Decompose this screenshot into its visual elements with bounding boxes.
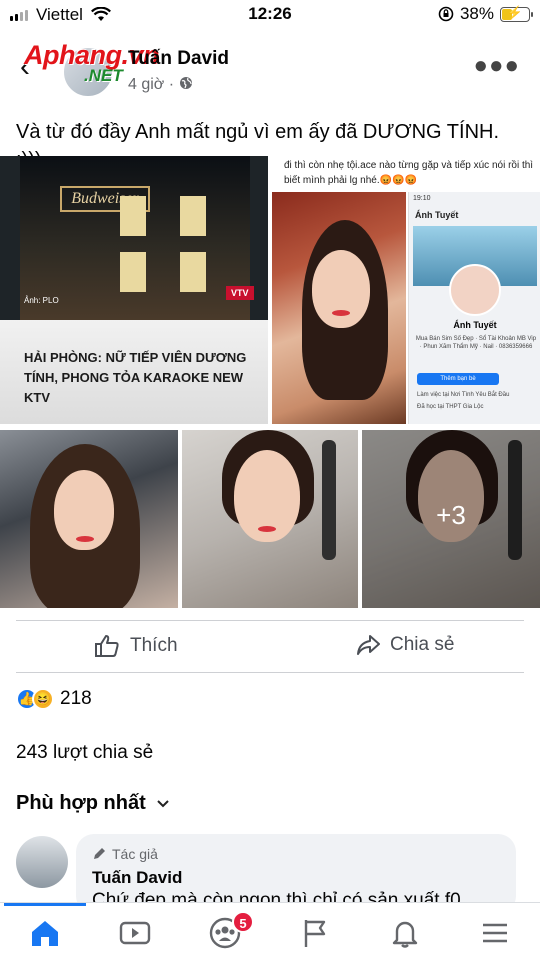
battery-icon: ⚡ — [500, 5, 533, 22]
share-button[interactable]: Chia sẻ — [356, 634, 454, 656]
menu-tab[interactable] — [450, 911, 540, 955]
selfie-photo-car[interactable] — [0, 430, 178, 608]
battery-percent: 38% — [459, 4, 494, 23]
thumbs-up-icon — [95, 635, 119, 657]
haha-reaction-icon: 😆 — [32, 688, 54, 710]
bottom-navigation: 5 — [0, 902, 540, 960]
watermark-logo-suffix: .NET — [84, 66, 123, 85]
karaoke-building-photo: Budweiser Ảnh: PLO VTV — [20, 156, 254, 321]
profile-screenshot-photo[interactable]: đi thì còn nhẹ tội.ace nào từng gặp và t… — [272, 156, 540, 424]
news-headline: HẢI PHÒNG: NỮ TIẾP VIÊN DƯƠNG TÍNH, PHON… — [24, 350, 247, 405]
home-tab[interactable] — [0, 911, 90, 955]
share-arrow-icon — [357, 635, 380, 655]
post-header: ‹ Aphang.vn .NET Tuấn David 4 giờ · ●●● — [0, 38, 540, 100]
menu-icon — [483, 923, 507, 943]
news-photo[interactable]: Budweiser Ảnh: PLO VTV HẢI PHÒNG: NỮ TIẾ… — [0, 156, 268, 424]
active-tab-indicator — [4, 903, 86, 906]
screenshot-top-text: đi thì còn nhẹ tội.ace nào từng gặp và t… — [284, 160, 534, 186]
post-timestamp[interactable]: 4 giờ · — [128, 76, 193, 94]
notifications-icon — [392, 921, 418, 948]
comment-sort-label: Phù hợp nhất — [16, 792, 146, 814]
author-role-badge: Tác giả — [92, 846, 158, 862]
profile-name: Ánh Tuyết — [453, 320, 497, 330]
video-tab[interactable] — [90, 911, 180, 955]
vtv-logo: VTV — [226, 286, 254, 300]
video-icon — [119, 921, 151, 945]
like-button[interactable]: Thích — [94, 634, 178, 658]
commenter-name[interactable]: Tuấn David — [92, 868, 182, 888]
commenter-avatar[interactable] — [16, 836, 68, 888]
woman-portrait — [272, 192, 406, 424]
profile-detail-school: Đã học tại THPT Gia Lộc — [417, 404, 484, 410]
reaction-summary[interactable]: 👍 😆 218 — [16, 688, 92, 710]
pages-flag-icon — [304, 920, 326, 947]
battery-area: 38% ⚡ — [438, 4, 533, 24]
photo-credit: Ảnh: PLO — [24, 296, 59, 305]
add-friend-button: Thêm bạn bè — [417, 373, 499, 385]
groups-tab[interactable]: 5 — [180, 911, 270, 955]
share-count[interactable]: 243 lượt chia sẻ — [16, 742, 153, 764]
home-icon — [32, 921, 58, 946]
profile-screenshot: 19:10 Ánh Tuyết Ánh Tuyết Mua Bán Sim Số… — [408, 192, 540, 424]
post-actions: Thích Chia sẻ — [0, 628, 540, 668]
selfie-photo-more[interactable]: +3 — [362, 430, 540, 608]
chevron-down-icon — [157, 799, 169, 807]
orientation-lock-icon — [438, 6, 454, 22]
pages-tab[interactable] — [270, 911, 360, 955]
comment-sort-dropdown[interactable]: Phù hợp nhất — [16, 792, 170, 815]
profile-detail-work: Làm việc tại Nơi Tình Yêu Bắt Đầu — [417, 392, 510, 398]
profile-bio: Mua Bán Sim Số Đẹp · Sổ Tài Khoản MB Vip… — [415, 336, 537, 350]
divider — [16, 620, 524, 621]
news-caption-panel: HẢI PHÒNG: NỮ TIẾP VIÊN DƯƠNG TÍNH, PHON… — [0, 320, 268, 424]
status-bar: Viettel 12:26 38% ⚡ — [0, 0, 540, 30]
like-label: Thích — [130, 635, 178, 656]
pencil-icon — [94, 848, 105, 859]
more-photos-count: +3 — [436, 500, 466, 530]
reaction-count: 218 — [60, 688, 92, 709]
selfie-photo-room[interactable] — [182, 430, 358, 608]
phone-time: 19:10 — [413, 195, 431, 202]
more-horizontal-icon[interactable]: ●●● — [474, 52, 521, 80]
groups-notification-badge: 5 — [232, 911, 254, 933]
notifications-tab[interactable] — [360, 911, 450, 955]
share-label: Chia sẻ — [390, 634, 455, 655]
globe-icon — [179, 77, 192, 89]
post-time-text: 4 giờ · — [128, 76, 175, 93]
divider — [16, 672, 524, 673]
author-role-label: Tác giả — [112, 846, 158, 862]
profile-title: Ánh Tuyết — [415, 210, 459, 220]
author-name[interactable]: Tuấn David — [128, 48, 229, 70]
profile-avatar — [449, 264, 501, 316]
